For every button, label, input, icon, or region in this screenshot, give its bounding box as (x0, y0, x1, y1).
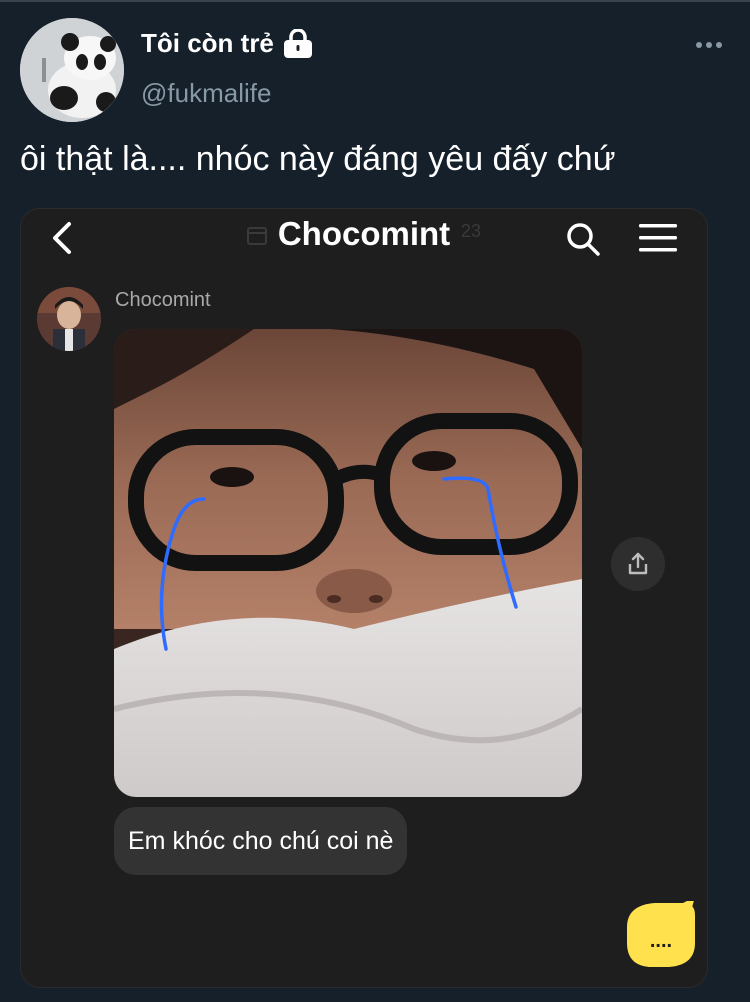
panda-avatar-icon (20, 18, 124, 122)
search-icon[interactable] (565, 221, 601, 257)
lock-icon (282, 27, 314, 59)
message-photo[interactable] (114, 329, 582, 797)
top-divider (0, 0, 750, 2)
tweet-text: ôi thật là.... nhóc này đáng yêu đấy chứ (20, 140, 616, 178)
sender-avatar[interactable] (37, 287, 101, 351)
typing-dots: .... (650, 930, 672, 952)
display-name[interactable]: Tôi còn trẻ (141, 27, 314, 59)
menu-icon[interactable] (639, 223, 677, 253)
tweet-page: Tôi còn trẻ @fukmalife ôi thật là.... nh… (0, 0, 750, 1002)
chat-header: 23 Chocomint (21, 209, 707, 267)
chat-message: Em khóc cho chú coi nè (114, 807, 408, 875)
sender-name: Chocomint (115, 289, 211, 311)
profile-avatar[interactable] (20, 18, 124, 122)
user-handle[interactable]: @fukmalife (141, 78, 271, 109)
more-horizontal-icon[interactable] (696, 42, 722, 48)
share-button[interactable] (611, 537, 665, 591)
tweet-media[interactable]: 23 Chocomint Chocomint Em khóc cho chú c… (20, 208, 708, 988)
share-icon (628, 552, 648, 575)
display-name-text: Tôi còn trẻ (141, 28, 274, 58)
chat-title: Chocomint (277, 215, 451, 252)
typing-indicator-button[interactable]: .... (625, 897, 697, 969)
